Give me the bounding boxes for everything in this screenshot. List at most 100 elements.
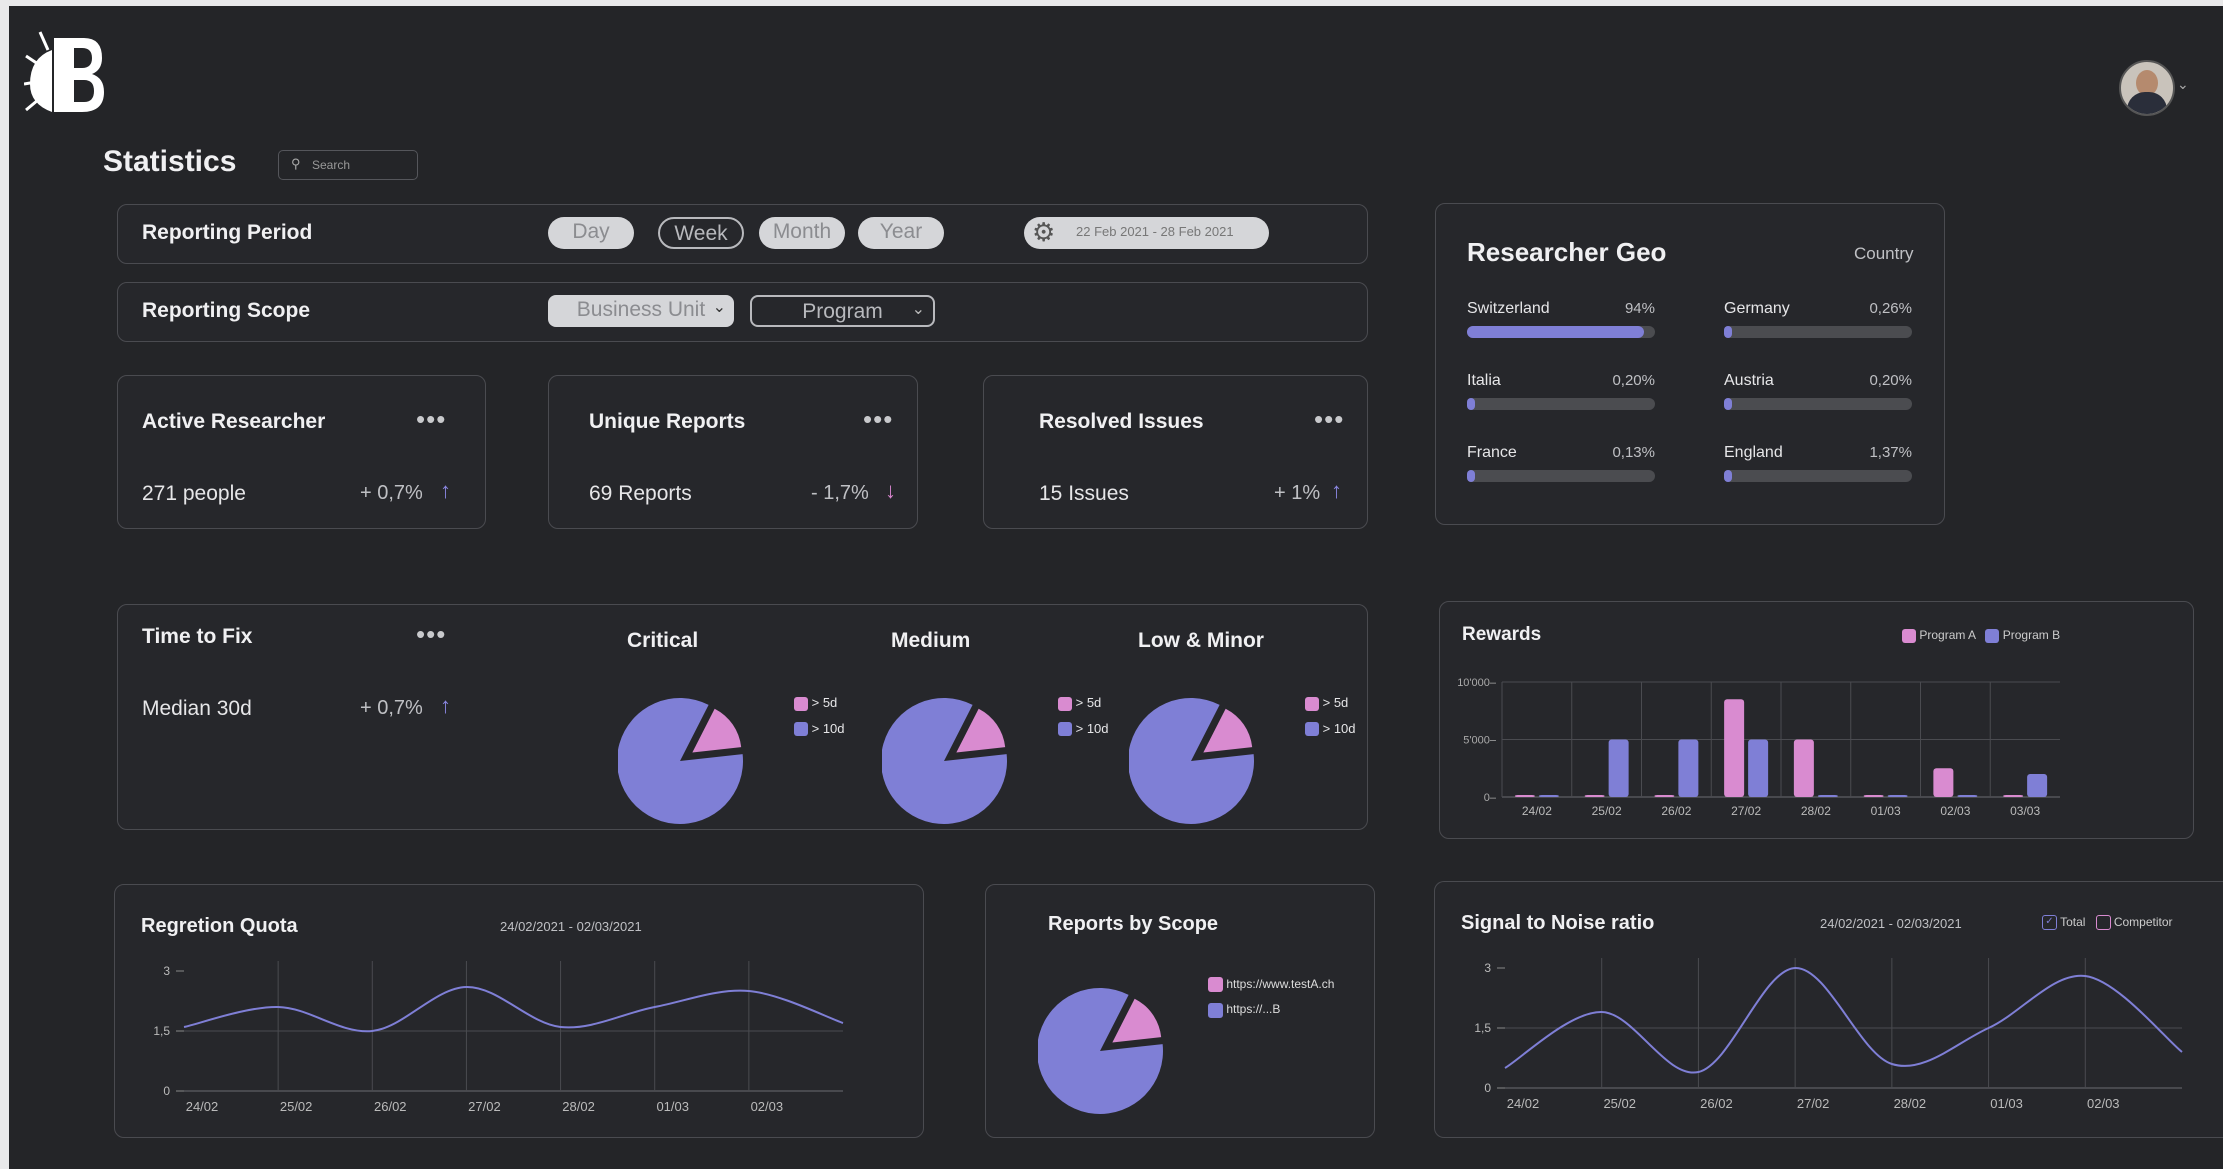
y-tick-label: 3 (163, 964, 170, 978)
kpi-card-resolved-issues[interactable]: Resolved Issues ••• 15 Issues + 1% ↑ (983, 375, 1368, 529)
medium-pie-chart (882, 698, 1007, 824)
regression-line-chart: 3 1,5 0 24/02 25/02 26/02 27/02 28/02 01/03 02/03 (153, 961, 844, 1114)
arrow-up-icon: ↑ (1331, 478, 1342, 503)
reports-by-scope-legend: https://www.testA.ch https://...B (1208, 977, 1334, 1018)
legend-item: https://...B (1208, 1002, 1334, 1018)
x-tick-label: 25/02 (280, 1099, 313, 1114)
bar-program-a (2003, 795, 2024, 797)
more-options-icon[interactable]: ••• (863, 406, 893, 432)
more-options-icon[interactable]: ••• (416, 621, 446, 647)
bar-program-b (1748, 739, 1769, 797)
more-options-icon[interactable]: ••• (416, 406, 446, 432)
geo-percent: 0,20% (1612, 372, 1655, 389)
time-to-fix-change: + 0,7% (360, 697, 423, 719)
y-tick-label: 10'000– (1457, 677, 1497, 689)
x-tick-label: 24/02 (1522, 804, 1552, 818)
legend-label: > 10d (1322, 720, 1356, 736)
x-tick-label: 27/02 (468, 1099, 501, 1114)
legend-swatch (1305, 722, 1319, 737)
geo-percent: 0,26% (1869, 300, 1912, 317)
geo-country: France (1467, 444, 1517, 461)
bar-program-b (1608, 739, 1629, 797)
bar-program-a (1863, 795, 1884, 797)
bar-program-a (1933, 768, 1954, 797)
low-minor-legend: > 5d > 10d (1305, 695, 1356, 737)
bar-program-a (1793, 739, 1814, 797)
bar-program-a (1654, 795, 1675, 797)
legend-label: https://...B (1226, 1002, 1281, 1017)
geo-filter[interactable]: Country (1854, 244, 1914, 264)
geo-percent: 1,37% (1869, 444, 1912, 461)
kpi-change: + 1% (1274, 482, 1321, 504)
bar-program-b (1678, 739, 1699, 797)
bug-bounty-logo[interactable] (24, 28, 106, 124)
search-input[interactable]: ⚲ Search (278, 150, 418, 180)
reporting-scope-label: Reporting Scope (142, 299, 311, 322)
geo-percent: 94% (1624, 300, 1655, 317)
period-month-button[interactable]: Month (759, 217, 845, 249)
period-day-button[interactable]: Day (548, 217, 634, 249)
bar-program-b (1538, 795, 1559, 797)
researcher-geo-panel: Researcher Geo Country Switzerland 94% Ger… (1435, 203, 1945, 525)
period-week-button[interactable]: Week (658, 217, 744, 249)
geo-progress-track (1724, 326, 1912, 338)
search-placeholder: Search (312, 158, 351, 172)
x-tick-label: 25/02 (1603, 1096, 1636, 1111)
rewards-panel: Rewards Program A Program B 10'000– 5'000… (1439, 601, 2194, 839)
program-select[interactable]: Program ⌄ (750, 295, 935, 327)
geo-progress-fill (1724, 398, 1732, 410)
y-tick-label: 5'000– (1463, 735, 1497, 747)
x-tick-label: 26/02 (374, 1099, 407, 1114)
legend-item: https://www.testA.ch (1208, 977, 1334, 993)
chevron-down-icon[interactable]: ⌄ (2177, 76, 2189, 93)
regression-quota-panel: Regretion Quota 24/02/2021 - 02/03/2021 … (114, 884, 924, 1138)
arrow-down-icon: ↓ (885, 478, 896, 503)
geo-progress-fill (1724, 326, 1732, 338)
legend-label: > 10d (1075, 720, 1109, 736)
geo-progress-fill (1467, 398, 1475, 410)
legend-item: > 5d (1305, 695, 1356, 711)
y-tick-label: 3 (1484, 961, 1491, 975)
x-tick-label: 02/03 (2087, 1096, 2120, 1111)
y-tick-label: 1,5 (153, 1024, 170, 1038)
legend-item: > 10d (1058, 721, 1109, 737)
x-tick-label: 28/02 (562, 1099, 595, 1114)
kpi-card-active-researcher[interactable]: Active Researcher ••• 271 people + 0,7% … (117, 375, 486, 529)
geo-row: France 0,13% (1467, 444, 1655, 484)
period-year-button[interactable]: Year (858, 217, 944, 249)
program-value: Program (802, 300, 883, 323)
legend-label: > 5d (1322, 695, 1349, 710)
geo-progress-fill (1467, 326, 1644, 338)
kpi-card-unique-reports[interactable]: Unique Reports ••• 69 Reports - 1,7% ↓ (548, 375, 918, 529)
x-tick-label: 24/02 (186, 1099, 219, 1114)
x-tick-label: 28/02 (1894, 1096, 1927, 1111)
x-tick-label: 26/02 (1700, 1096, 1733, 1111)
low-minor-title: Low & Minor (1138, 629, 1264, 652)
x-tick-label: 01/03 (1990, 1096, 2023, 1111)
legend-item: > 5d (1058, 695, 1109, 711)
x-tick-label: 27/02 (1731, 804, 1761, 818)
business-unit-select[interactable]: Business Unit ⌄ (548, 295, 734, 327)
more-options-icon[interactable]: ••• (1314, 406, 1344, 432)
legend-swatch (794, 696, 808, 711)
time-to-fix-title: Time to Fix (142, 625, 253, 648)
geo-country: Italia (1467, 372, 1501, 389)
window-left-edge (0, 0, 9, 1169)
x-tick-label: 01/03 (1871, 804, 1901, 818)
signal-noise-panel: Signal to Noise ratio 24/02/2021 - 02/03… (1434, 881, 2223, 1138)
chevron-down-icon: ⌄ (911, 301, 925, 318)
date-range-picker[interactable]: ⚙ 22 Feb 2021 - 28 Feb 2021 (1024, 217, 1269, 249)
reports-by-scope-title: Reports by Scope (1048, 913, 1219, 935)
reporting-period-label: Reporting Period (142, 221, 313, 244)
avatar[interactable] (2119, 60, 2175, 116)
y-tick-label: 0 (163, 1084, 170, 1098)
chevron-down-icon: ⌄ (712, 299, 726, 316)
x-tick-label: 28/02 (1801, 804, 1831, 818)
legend-label: > 5d (811, 695, 838, 710)
x-tick-label: 24/02 (1507, 1096, 1540, 1111)
geo-row: Switzerland 94% (1467, 300, 1655, 340)
legend-swatch (1208, 977, 1223, 993)
legend-swatch (1208, 1002, 1223, 1018)
line-series (183, 985, 844, 1033)
x-tick-label: 25/02 (1592, 804, 1622, 818)
